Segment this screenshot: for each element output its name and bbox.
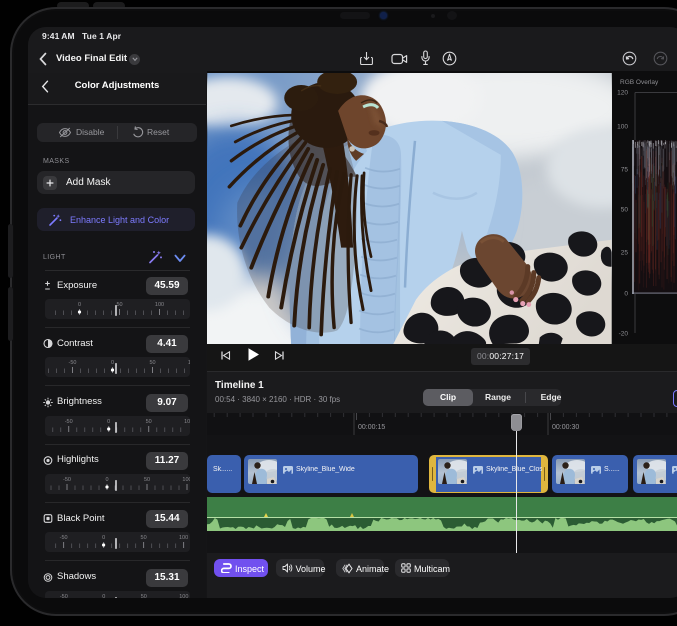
- svg-text:00:00:30: 00:00:30: [552, 424, 579, 431]
- svg-text:-50: -50: [65, 419, 73, 425]
- svg-text:0: 0: [78, 302, 81, 308]
- svg-text:50: 50: [144, 477, 150, 483]
- svg-text:0: 0: [102, 535, 105, 541]
- svg-text:100: 100: [182, 477, 190, 483]
- svg-text:50: 50: [116, 302, 122, 308]
- svg-text:0: 0: [624, 290, 628, 297]
- svg-text:50: 50: [621, 206, 629, 213]
- svg-text:100: 100: [184, 419, 190, 425]
- svg-text:0: 0: [107, 419, 110, 425]
- svg-text:00:00:15: 00:00:15: [358, 424, 385, 431]
- svg-text:120: 120: [617, 89, 628, 96]
- svg-text:100: 100: [617, 123, 628, 130]
- svg-text:50: 50: [149, 360, 155, 366]
- svg-text:100: 100: [188, 360, 190, 366]
- svg-text:-50: -50: [60, 535, 68, 541]
- svg-text:0: 0: [105, 477, 108, 483]
- svg-text:100: 100: [179, 535, 188, 541]
- svg-text:50: 50: [146, 419, 152, 425]
- svg-text:-20: -20: [619, 330, 629, 337]
- svg-text:-50: -50: [63, 477, 71, 483]
- svg-text:-50: -50: [60, 594, 68, 599]
- svg-text:25: 25: [621, 249, 629, 256]
- svg-text:0: 0: [111, 360, 114, 366]
- svg-text:75: 75: [621, 166, 629, 173]
- svg-text:50: 50: [141, 594, 147, 599]
- svg-text:-50: -50: [69, 360, 77, 366]
- svg-text:100: 100: [179, 594, 188, 599]
- svg-text:0: 0: [102, 594, 105, 599]
- svg-text:50: 50: [141, 535, 147, 541]
- svg-text:100: 100: [155, 302, 164, 308]
